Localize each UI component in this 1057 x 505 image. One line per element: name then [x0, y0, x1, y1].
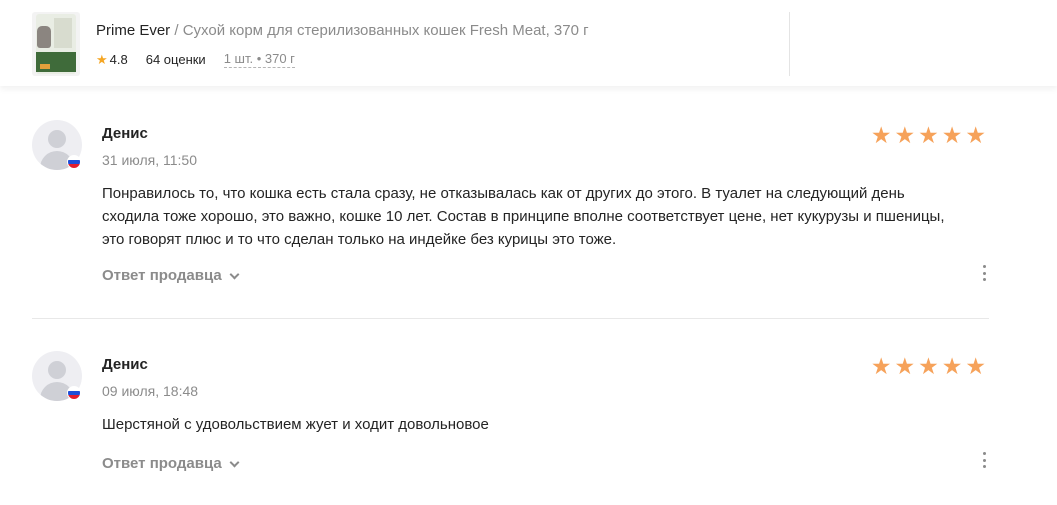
star-icon: ★ — [894, 122, 916, 148]
review-date: 31 июля, 11:50 — [102, 152, 197, 168]
star-icon: ★ — [941, 353, 963, 379]
review-stars: ★ ★ ★ ★ ★ — [871, 354, 986, 378]
product-title[interactable]: Prime Ever / Сухой корм для стерилизован… — [96, 22, 589, 39]
product-brand[interactable]: Prime Ever — [96, 22, 170, 39]
star-icon: ★ — [965, 122, 986, 148]
seller-reply-toggle[interactable]: Ответ продавца — [102, 267, 240, 284]
product-rating: 4.8 — [109, 52, 128, 67]
star-icon: ★ — [870, 353, 892, 379]
star-icon: ★ — [894, 353, 916, 379]
review-text: Шерстяной с удовольствием жует и ходит д… — [102, 416, 489, 433]
review-stars: ★ ★ ★ ★ ★ — [871, 123, 986, 147]
product-meta: ★ 4.8 64 оценки 1 шт. • 370 г — [96, 51, 295, 68]
title-separator: / — [174, 22, 179, 39]
star-icon: ★ — [965, 353, 986, 379]
product-name[interactable]: Сухой корм для стерилизованных кошек Fre… — [183, 22, 589, 39]
review-date: 09 июля, 18:48 — [102, 383, 199, 399]
star-icon: ★ — [870, 122, 892, 148]
more-options-icon[interactable] — [979, 452, 989, 468]
pack-selector[interactable]: 1 шт. • 370 г — [223, 51, 295, 68]
star-icon: ★ — [96, 51, 108, 67]
seller-reply-label: Ответ продавца — [102, 455, 222, 472]
more-options-icon[interactable] — [979, 265, 989, 281]
header-divider — [789, 12, 790, 76]
review-divider — [32, 318, 989, 319]
star-icon: ★ — [918, 122, 939, 148]
ratings-count[interactable]: 64 оценки — [146, 52, 206, 67]
product-thumbnail[interactable] — [32, 12, 80, 76]
product-header: Prime Ever / Сухой корм для стерилизован… — [0, 0, 1057, 86]
review-text: Понравилось то, что кошка есть стала сра… — [102, 185, 945, 248]
seller-reply-toggle[interactable]: Ответ продавца — [102, 455, 240, 472]
chevron-down-icon — [229, 457, 240, 467]
star-icon: ★ — [941, 122, 963, 148]
russia-flag-icon — [67, 155, 81, 169]
review-item: Денис 31 июля, 11:50 ★ ★ ★ ★ ★ Понравилось т… — [32, 120, 989, 300]
russia-flag-icon — [67, 386, 81, 400]
review-item: Денис 09 июля, 18:48 ★ ★ ★ ★ ★ Шерстяной с у… — [32, 351, 989, 481]
chevron-down-icon — [229, 269, 240, 279]
review-author: Денис — [102, 356, 148, 373]
review-author: Денис — [102, 125, 148, 142]
star-icon: ★ — [918, 353, 939, 379]
seller-reply-label: Ответ продавца — [102, 267, 222, 284]
